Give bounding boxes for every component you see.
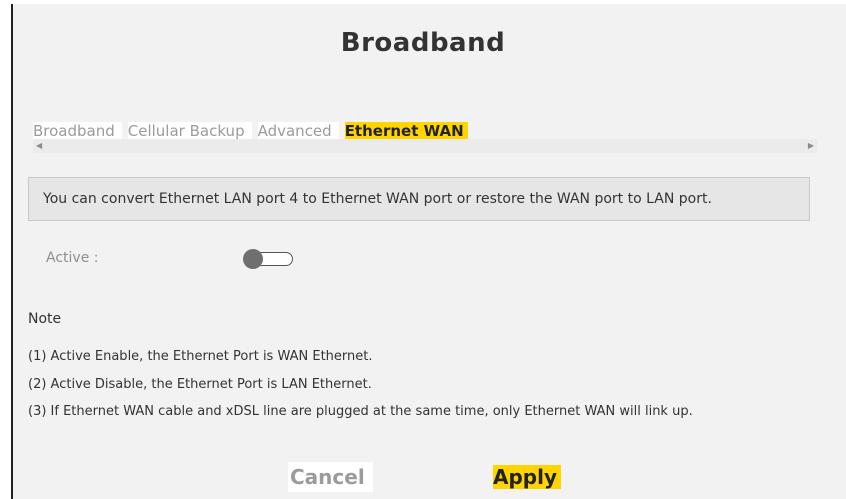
content-frame xyxy=(11,0,846,499)
toggle-knob xyxy=(243,249,263,269)
note-line-1: (1) Active Enable, the Ethernet Port is … xyxy=(28,349,373,364)
apply-button-label: Apply xyxy=(493,465,562,489)
tab-scrollbar[interactable]: ◀ ▶ xyxy=(33,139,817,153)
info-text: You can convert Ethernet LAN port 4 to E… xyxy=(43,191,712,207)
cancel-button[interactable]: Cancel xyxy=(288,462,373,492)
tab-broadband[interactable]: Broadband xyxy=(33,122,122,140)
note-line-2: (2) Active Disable, the Ethernet Port is… xyxy=(28,377,372,392)
tab-advanced[interactable]: Advanced xyxy=(257,122,339,140)
tab-bar: Broadband Cellular Backup Advanced Ether… xyxy=(33,122,481,140)
note-title: Note xyxy=(28,311,62,327)
page: Broadband Broadband Cellular Backup Adva… xyxy=(0,0,846,499)
scroll-right-arrow-icon[interactable]: ▶ xyxy=(808,141,814,150)
active-toggle[interactable] xyxy=(243,249,295,269)
active-label: Active : xyxy=(46,250,99,266)
page-title: Broadband xyxy=(340,28,506,58)
tab-ethernet-wan-label: Ethernet WAN xyxy=(344,122,468,140)
tab-ethernet-wan[interactable]: Ethernet WAN xyxy=(344,122,475,140)
tab-cellular-backup[interactable]: Cellular Backup xyxy=(127,122,252,140)
scroll-left-arrow-icon[interactable]: ◀ xyxy=(36,141,42,150)
top-strip xyxy=(0,0,846,4)
apply-button[interactable]: Apply xyxy=(493,462,562,492)
note-line-3: (3) If Ethernet WAN cable and xDSL line … xyxy=(28,404,693,419)
info-box: You can convert Ethernet LAN port 4 to E… xyxy=(28,177,810,221)
